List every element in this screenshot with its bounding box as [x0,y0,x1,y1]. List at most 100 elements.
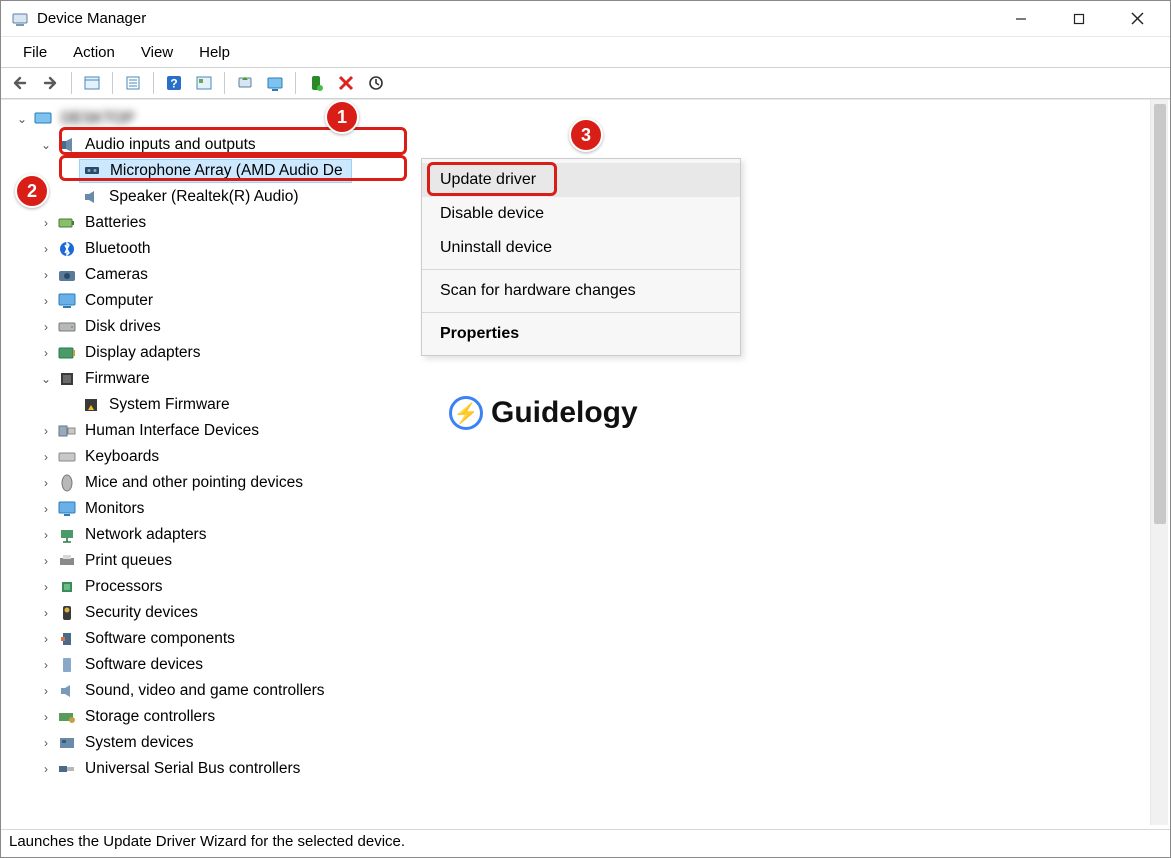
bluetooth-icon [57,239,77,259]
chevron-right-icon[interactable]: › [37,422,55,440]
chevron-right-icon[interactable]: › [37,474,55,492]
back-button[interactable] [7,70,35,96]
computer-icon [57,291,77,311]
menu-view[interactable]: View [129,41,185,64]
show-hidden-button[interactable] [78,70,106,96]
firmware-icon [57,369,77,389]
tree-root[interactable]: ⌄ DESKTOP [13,106,1170,132]
chevron-right-icon[interactable]: › [37,500,55,518]
chevron-right-icon[interactable]: › [37,552,55,570]
content-area: ⌄ DESKTOP ⌄ Audio inputs and outputs Mic… [1,99,1170,825]
chevron-right-icon[interactable]: › [37,682,55,700]
chevron-right-icon[interactable]: › [37,266,55,284]
tree-sound[interactable]: ›Sound, video and game controllers [13,678,1170,704]
tree-root-label: DESKTOP [59,106,137,132]
maximize-button[interactable] [1050,1,1108,37]
window-title: Device Manager [37,10,146,27]
camera-icon [57,265,77,285]
chevron-down-icon[interactable]: ⌄ [37,136,55,154]
ctx-disable-device[interactable]: Disable device [422,197,740,231]
monitor-icon [57,499,77,519]
security-icon [57,603,77,623]
forward-button[interactable] [37,70,65,96]
update-driver-button[interactable] [231,70,259,96]
speaker-icon [81,187,101,207]
ctx-properties[interactable]: Properties [422,317,740,351]
chevron-right-icon[interactable]: › [37,630,55,648]
firmware-child-icon [81,395,101,415]
chevron-right-icon[interactable]: › [37,344,55,362]
tree-usb[interactable]: ›Universal Serial Bus controllers [13,756,1170,782]
watermark-icon: ⚡ [449,396,483,430]
display-adapter-icon [57,343,77,363]
menu-help[interactable]: Help [187,41,242,64]
hid-icon [57,421,77,441]
microphone-icon [82,161,102,181]
watermark: ⚡ Guidelogy [449,396,638,430]
chevron-right-icon[interactable]: › [37,292,55,310]
printer-icon [57,551,77,571]
titlebar: Device Manager [1,1,1170,37]
tree-audio-label: Audio inputs and outputs [83,132,258,158]
tree-print-queues[interactable]: ›Print queues [13,548,1170,574]
tree-sw-devices[interactable]: ›Software devices [13,652,1170,678]
chevron-right-icon[interactable]: › [37,578,55,596]
chevron-down-icon[interactable]: ⌄ [37,370,55,388]
app-icon [11,10,29,28]
tree-keyboards[interactable]: ›Keyboards [13,444,1170,470]
chevron-right-icon[interactable]: › [37,604,55,622]
chevron-right-icon[interactable]: › [37,240,55,258]
uninstall-button[interactable] [261,70,289,96]
tree-speaker-label: Speaker (Realtek(R) Audio) [107,184,301,210]
chevron-right-icon[interactable]: › [37,526,55,544]
network-icon [57,525,77,545]
scan-button[interactable] [362,70,390,96]
tree-microphone-label: Microphone Array (AMD Audio De [108,158,345,184]
tree-sw-components[interactable]: ›Software components [13,626,1170,652]
tree-processors[interactable]: ›Processors [13,574,1170,600]
chevron-right-icon[interactable]: › [37,448,55,466]
ctx-uninstall-device[interactable]: Uninstall device [422,231,740,265]
ctx-update-driver[interactable]: Update driver [422,163,740,197]
menu-action[interactable]: Action [61,41,127,64]
chevron-right-icon[interactable]: › [37,760,55,778]
tree-mice[interactable]: ›Mice and other pointing devices [13,470,1170,496]
context-menu: Update driver Disable device Uninstall d… [421,158,741,356]
sound-icon [57,681,77,701]
audio-icon [57,135,77,155]
tree-firmware[interactable]: ⌄Firmware [13,366,1170,392]
tree-audio[interactable]: ⌄ Audio inputs and outputs [13,132,1170,158]
view-button[interactable] [190,70,218,96]
disk-icon [57,317,77,337]
chevron-down-icon[interactable]: ⌄ [13,110,31,128]
tree-monitors[interactable]: ›Monitors [13,496,1170,522]
cpu-icon [57,577,77,597]
properties-button[interactable] [119,70,147,96]
toolbar: ? [1,67,1170,99]
chevron-right-icon[interactable]: › [37,708,55,726]
svg-text:?: ? [170,77,177,91]
tree-storage[interactable]: ›Storage controllers [13,704,1170,730]
help-button[interactable]: ? [160,70,188,96]
chevron-right-icon[interactable]: › [37,734,55,752]
chevron-right-icon[interactable]: › [37,656,55,674]
enable-button[interactable] [302,70,330,96]
statusbar-text: Launches the Update Driver Wizard for th… [9,833,405,850]
chevron-right-icon[interactable]: › [37,214,55,232]
tree-network[interactable]: ›Network adapters [13,522,1170,548]
tree-system-devices[interactable]: ›System devices [13,730,1170,756]
watermark-text: Guidelogy [491,396,638,430]
disable-button[interactable] [332,70,360,96]
ctx-separator [422,312,740,313]
ctx-scan[interactable]: Scan for hardware changes [422,274,740,308]
sw-component-icon [57,629,77,649]
close-button[interactable] [1108,1,1166,37]
computer-root-icon [33,109,53,129]
mouse-icon [57,473,77,493]
minimize-button[interactable] [992,1,1050,37]
chevron-right-icon[interactable]: › [37,318,55,336]
menubar: File Action View Help [1,37,1170,67]
sw-device-icon [57,655,77,675]
menu-file[interactable]: File [11,41,59,64]
tree-security[interactable]: ›Security devices [13,600,1170,626]
